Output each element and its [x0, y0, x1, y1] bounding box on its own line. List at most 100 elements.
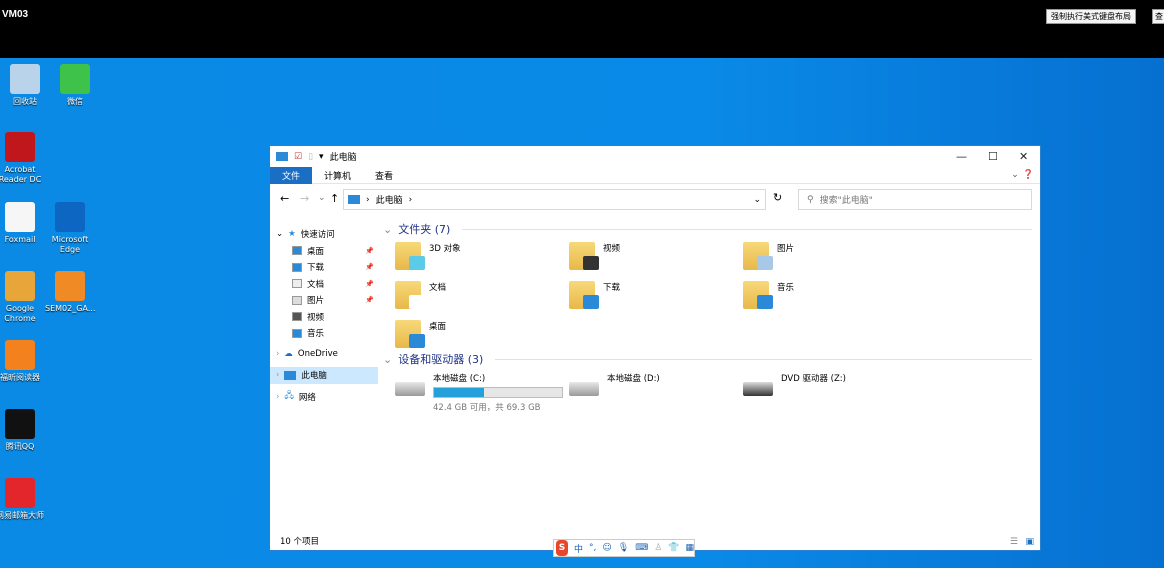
help-icon[interactable]: ❓: [1023, 170, 1040, 180]
skin-icon[interactable]: 👕: [668, 543, 679, 553]
computer-icon: [276, 152, 288, 161]
tab-view[interactable]: 查看: [363, 167, 405, 184]
tab-file[interactable]: 文件: [270, 166, 313, 184]
properties-icon[interactable]: ☑: [294, 152, 302, 162]
search-input[interactable]: ⚲ 搜索"此电脑": [798, 189, 1032, 210]
app-icon: [60, 64, 90, 94]
desktop-icon[interactable]: Acrobat Reader DC: [0, 132, 45, 185]
nav-quick-item[interactable]: 文档 📌: [270, 276, 380, 293]
search-icon: ⚲: [807, 194, 814, 205]
nav-quick-access[interactable]: ⌄ ★ 快速访问: [270, 226, 380, 243]
nav-label: 此电脑: [301, 371, 327, 382]
nav-label: 音乐: [307, 329, 325, 340]
tab-computer[interactable]: 计算机: [312, 167, 363, 184]
minimize-button[interactable]: —: [956, 150, 967, 163]
desktop-icon-label: 微信: [67, 97, 83, 106]
sogou-logo[interactable]: S: [556, 540, 568, 556]
desktop-icon[interactable]: 福昕阅读器: [0, 340, 45, 383]
folder-label: 下载: [603, 283, 621, 293]
folder-label: 图片: [777, 244, 795, 254]
force-us-keyboard-button[interactable]: 强制执行美式键盘布局: [1046, 9, 1136, 24]
drives-group-header[interactable]: ⌄ 设备和驱动器 (3): [383, 352, 1032, 366]
folder-icon: [395, 242, 425, 270]
nav-label: 网络: [298, 392, 316, 403]
desktop-icon[interactable]: 腾讯QQ: [0, 409, 45, 452]
folder-item[interactable]: 桌面: [395, 320, 446, 348]
address-bar[interactable]: › 此电脑 › ⌄: [343, 189, 766, 210]
desktop-icon-label: 福昕阅读器: [0, 373, 40, 382]
nav-label: OneDrive: [297, 348, 338, 359]
nav-label: 图片: [307, 296, 325, 307]
folders-group-header[interactable]: ⌄ 文件夹 (7): [383, 222, 1032, 236]
folder-icon: [743, 242, 773, 270]
cloud-icon: ☁: [284, 348, 293, 359]
back-button[interactable]: ←: [280, 192, 289, 205]
nav-quick-item[interactable]: 视频: [270, 309, 380, 326]
keyboard-icon[interactable]: ⌨: [635, 543, 648, 553]
desktop-icon[interactable]: 网易邮箱大师: [0, 478, 45, 521]
extra-button[interactable]: 查: [1152, 9, 1164, 24]
drive-dvd[interactable]: DVD 驱动器 (Z:): [743, 372, 846, 396]
drive-icon: [395, 382, 425, 396]
drive-c[interactable]: 本地磁盘 (C:) 42.4 GB 可用，共 69.3 GB: [395, 372, 563, 413]
folder-item[interactable]: 图片: [743, 242, 794, 270]
close-button[interactable]: ✕: [1019, 150, 1028, 163]
breadcrumb-this-pc[interactable]: 此电脑: [376, 193, 403, 206]
up-button[interactable]: ↑: [330, 192, 339, 205]
ribbon-tabs: 文件 计算机 查看 ⌄ ❓: [270, 166, 1040, 184]
nav-quick-item[interactable]: 音乐: [270, 325, 380, 342]
desktop-icon-label: 回收站: [13, 97, 37, 106]
nav-label: 文档: [307, 279, 325, 290]
folder-label: 文档: [429, 283, 447, 293]
ime-punctuation-toggle[interactable]: °,: [589, 543, 596, 553]
ime-mode-toggle[interactable]: 中: [574, 542, 583, 555]
status-bar-item-count: 10 个项目: [280, 537, 320, 547]
nav-quick-item[interactable]: 图片 📌: [270, 292, 380, 309]
folder-item[interactable]: 下载: [569, 281, 620, 309]
app-icon: [5, 271, 35, 301]
folder-icon: [292, 312, 302, 322]
desktop-icon[interactable]: Google Chrome: [0, 271, 45, 324]
nav-quick-item[interactable]: 桌面 📌: [270, 243, 380, 260]
ime-toolbar: S 中 °, ☺ 🎙 ⌨ ♙ 👕 ▦: [553, 539, 695, 557]
user-icon[interactable]: ♙: [654, 543, 662, 553]
folder-icon: [292, 328, 302, 338]
folder-item[interactable]: 音乐: [743, 281, 794, 309]
desktop-icon[interactable]: Microsoft Edge: [45, 202, 95, 255]
desktop-icon[interactable]: Foxmail: [0, 202, 45, 245]
computer-icon: [348, 195, 360, 204]
refresh-button[interactable]: ↻: [773, 191, 782, 204]
address-dropdown-icon[interactable]: ⌄: [753, 195, 761, 205]
folder-icon: [292, 295, 302, 305]
pin-icon: 📌: [365, 246, 374, 255]
app-icon: [5, 202, 35, 232]
microphone-icon[interactable]: 🎙: [618, 543, 629, 553]
vm-name: VM03: [2, 9, 29, 20]
nav-onedrive[interactable]: › ☁ OneDrive: [270, 346, 380, 363]
details-view-button[interactable]: ☰: [1010, 537, 1018, 547]
desktop-icon-label: Acrobat Reader DC: [0, 165, 42, 184]
app-icon: [5, 340, 35, 370]
nav-network[interactable]: › 🖧 网络: [270, 389, 380, 406]
desktop-icon[interactable]: SEM02_GA...: [45, 271, 95, 314]
expand-ribbon-icon[interactable]: ⌄: [1007, 170, 1023, 180]
forward-button[interactable]: →: [300, 192, 309, 205]
new-folder-icon[interactable]: ▯: [308, 152, 313, 162]
desktop-icon[interactable]: 微信: [50, 64, 100, 107]
nav-quick-item[interactable]: 下载 📌: [270, 259, 380, 276]
folder-label: 音乐: [777, 283, 795, 293]
folder-item[interactable]: 3D 对象: [395, 242, 461, 270]
maximize-button[interactable]: ☐: [988, 150, 998, 163]
toolbox-icon[interactable]: ▦: [685, 543, 694, 553]
folder-item[interactable]: 视频: [569, 242, 620, 270]
recent-locations-button[interactable]: ⌄: [318, 193, 326, 203]
emoji-icon[interactable]: ☺: [602, 543, 611, 553]
customize-qat-icon[interactable]: ▾: [319, 152, 324, 162]
folder-item[interactable]: 文档: [395, 281, 446, 309]
drive-usage-bar: [433, 387, 563, 398]
large-icons-view-button[interactable]: ▣: [1025, 537, 1034, 547]
app-icon: [10, 64, 40, 94]
nav-this-pc[interactable]: › 此电脑: [270, 367, 378, 384]
drive-d[interactable]: 本地磁盘 (D:): [569, 372, 660, 396]
desktop-icon[interactable]: 回收站: [0, 64, 50, 107]
